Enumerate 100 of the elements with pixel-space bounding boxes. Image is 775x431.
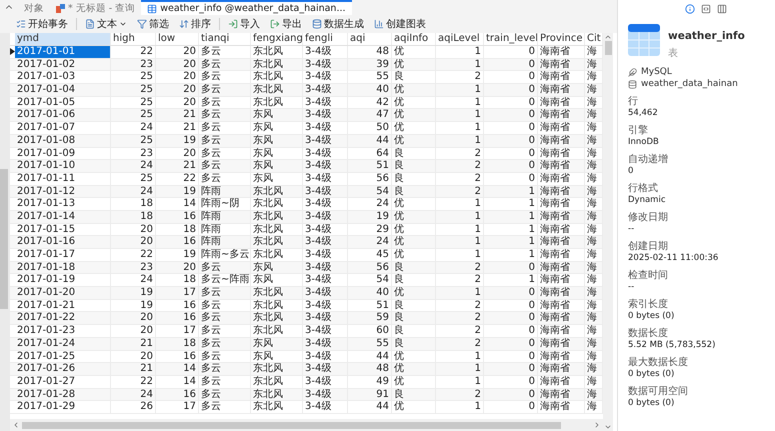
column-header[interactable]: low — [156, 33, 199, 45]
property-value: 54,462 — [628, 108, 659, 119]
table-cell: 21 — [156, 160, 199, 172]
toolbar-button[interactable]: 导入 — [226, 17, 262, 31]
table-cell: 海南省 — [538, 198, 585, 210]
table-cell: 55 — [348, 338, 392, 350]
table-cell: 23 — [111, 262, 156, 274]
scroll-up-icon[interactable] — [604, 33, 612, 41]
ddl-view-icon[interactable] — [701, 4, 711, 14]
table-cell: 48 — [348, 46, 392, 58]
scroll-right-icon[interactable] — [593, 421, 601, 429]
table-cell: 2 — [436, 274, 484, 286]
table-cell: 海南省 — [538, 186, 585, 198]
table-cell: 3-4级 — [303, 325, 348, 337]
table-cell: 1 — [436, 84, 484, 96]
database-icon — [628, 80, 637, 88]
table-cell: 1 — [436, 46, 484, 58]
table-cell: 21 — [111, 363, 156, 375]
scroll-down-icon[interactable] — [604, 423, 612, 431]
table-cell: 40 — [348, 84, 392, 96]
table-cell: 2017-01-12 — [15, 186, 111, 198]
toolbar-button[interactable]: 文本 — [83, 17, 129, 31]
property-label: 检查时间 — [628, 269, 669, 282]
table-cell: 25 — [111, 71, 156, 84]
tab[interactable]: 对象 — [18, 0, 50, 15]
table-cell: 24 — [111, 160, 156, 172]
table-cell: 海南省 — [538, 160, 585, 172]
table-cell: 0 — [484, 160, 538, 172]
table-cell: 0 — [484, 312, 538, 324]
toolbar-button[interactable]: 数据生成 — [310, 17, 366, 31]
document-icon — [85, 19, 95, 29]
column-header[interactable]: aqiLevel — [436, 33, 484, 45]
table-cell: 16 — [156, 312, 199, 324]
scroll-left-icon[interactable] — [12, 421, 20, 429]
table-cell: 多云 — [199, 122, 251, 134]
table-cell: 优 — [392, 363, 436, 375]
table-name: weather_info — [668, 30, 745, 42]
info-view-icon[interactable] — [685, 4, 695, 14]
column-header[interactable]: high — [111, 33, 156, 45]
table-cell: 多云 — [199, 96, 251, 108]
table-cell: 海南省 — [538, 300, 585, 312]
toolbar-button[interactable]: 筛选 — [135, 17, 171, 31]
column-header[interactable]: aqi — [348, 33, 392, 45]
column-header[interactable]: Cit — [585, 33, 603, 45]
table-cell: 16 — [156, 236, 199, 248]
table-cell: 海南省 — [538, 249, 585, 261]
property-value: Dynamic — [628, 195, 666, 206]
toolbar-button[interactable]: 开始事务 — [14, 17, 70, 31]
column-header[interactable]: train_level — [484, 33, 538, 45]
columns-view-icon[interactable] — [717, 4, 727, 14]
table-cell: 海南省 — [538, 122, 585, 134]
property-value: -- — [628, 224, 636, 235]
table-cell: 3-4级 — [303, 172, 348, 185]
column-header[interactable]: ymd — [15, 33, 111, 45]
column-header[interactable]: tianqi — [199, 33, 251, 45]
table-cell: 2017-01-16 — [15, 236, 111, 248]
table-cell: 多云 — [199, 312, 251, 324]
table-cell: 18 — [111, 210, 156, 223]
toolbar-button[interactable]: 排序 — [177, 17, 213, 31]
table-cell: 1 — [436, 198, 484, 210]
column-header[interactable]: Province — [538, 33, 585, 45]
property-label: 数据可用空间 — [628, 385, 689, 398]
table-cell: 47 — [348, 109, 392, 122]
horizontal-scrollbar[interactable] — [10, 419, 603, 431]
table-cell: 3-4级 — [303, 249, 348, 261]
property-value: 0 bytes (0) — [628, 398, 676, 409]
table-cell: 24 — [348, 198, 392, 210]
table-cell: 3-4级 — [303, 338, 348, 350]
scroll-thumb[interactable] — [604, 41, 612, 55]
table-cell: 1 — [484, 186, 538, 198]
column-header[interactable]: aqiInfo — [392, 33, 436, 45]
table-cell: 1 — [436, 96, 484, 108]
table-cell: 44 — [348, 401, 392, 413]
tab[interactable]: weather_info @weather_data_hainan... — [141, 0, 352, 15]
table-cell: 3-4级 — [303, 71, 348, 84]
table-cell: 优 — [392, 350, 436, 362]
database-name: weather_data_hainan — [641, 79, 738, 89]
table-cell: 海南省 — [538, 84, 585, 96]
table-cell: 多云 — [199, 109, 251, 122]
table-cell: 多云 — [199, 363, 251, 375]
table-icon — [628, 24, 660, 56]
table-cell: 0 — [484, 122, 538, 134]
tab[interactable]: * 无标题 - 查询 — [50, 0, 142, 15]
table-cell: 2017-01-26 — [15, 363, 111, 375]
vertical-scrollbar[interactable] — [603, 33, 613, 431]
table-cell: 海南省 — [538, 224, 585, 236]
column-header[interactable]: fengli — [303, 33, 348, 45]
toolbar-button[interactable]: 导出 — [268, 17, 304, 31]
table-cell: 海南省 — [538, 262, 585, 274]
table-cell: 1 — [436, 249, 484, 261]
table-cell: 优 — [392, 401, 436, 413]
toolbar-button[interactable]: 创建图表 — [372, 17, 428, 31]
table-cell: 优 — [392, 210, 436, 223]
table-cell: 48 — [348, 363, 392, 375]
table-cell: 18 — [156, 274, 199, 286]
side-scrollbar[interactable] — [0, 33, 10, 431]
table-cell: 多云~阵雨 — [199, 274, 251, 286]
table-cell: 2 — [436, 172, 484, 185]
table-cell: 2 — [436, 71, 484, 84]
column-header[interactable]: fengxiang — [251, 33, 303, 45]
